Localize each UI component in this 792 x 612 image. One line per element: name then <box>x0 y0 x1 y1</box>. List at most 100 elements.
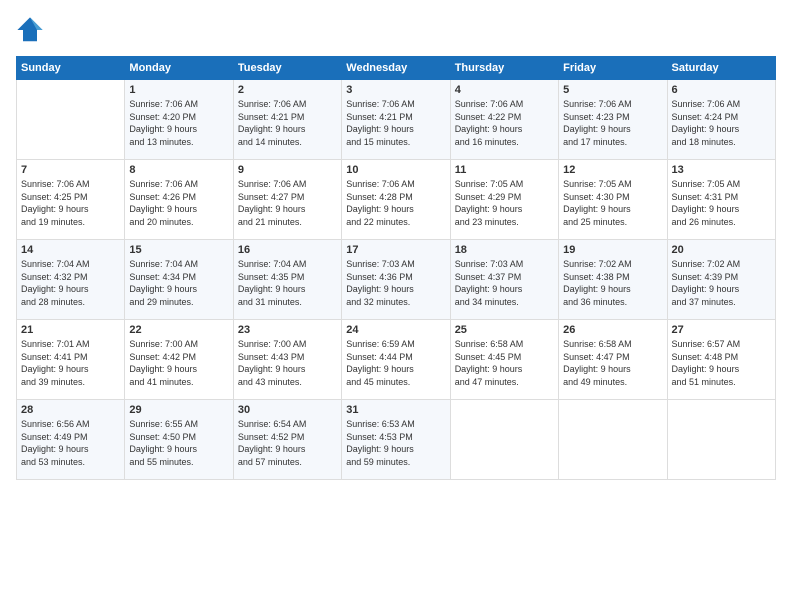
day-info: Sunrise: 7:03 AM Sunset: 4:37 PM Dayligh… <box>455 258 554 308</box>
day-number: 3 <box>346 84 445 96</box>
table-row: 26 Sunrise: 6:58 AM Sunset: 4:47 PM Dayl… <box>559 320 667 400</box>
table-row: 3 Sunrise: 7:06 AM Sunset: 4:21 PM Dayli… <box>342 80 450 160</box>
day-info: Sunrise: 7:06 AM Sunset: 4:25 PM Dayligh… <box>21 178 120 228</box>
day-info: Sunrise: 6:59 AM Sunset: 4:44 PM Dayligh… <box>346 338 445 388</box>
col-wednesday: Wednesday <box>342 57 450 80</box>
day-info: Sunrise: 6:56 AM Sunset: 4:49 PM Dayligh… <box>21 418 120 468</box>
day-info: Sunrise: 6:57 AM Sunset: 4:48 PM Dayligh… <box>672 338 771 388</box>
day-number: 30 <box>238 404 337 416</box>
table-row: 17 Sunrise: 7:03 AM Sunset: 4:36 PM Dayl… <box>342 240 450 320</box>
table-row: 6 Sunrise: 7:06 AM Sunset: 4:24 PM Dayli… <box>667 80 775 160</box>
day-number: 16 <box>238 244 337 256</box>
day-info: Sunrise: 7:06 AM Sunset: 4:24 PM Dayligh… <box>672 98 771 148</box>
day-number: 21 <box>21 324 120 336</box>
day-info: Sunrise: 7:06 AM Sunset: 4:21 PM Dayligh… <box>346 98 445 148</box>
logo-icon <box>16 16 44 44</box>
day-number: 24 <box>346 324 445 336</box>
table-row: 29 Sunrise: 6:55 AM Sunset: 4:50 PM Dayl… <box>125 400 233 480</box>
day-number: 6 <box>672 84 771 96</box>
table-row: 19 Sunrise: 7:02 AM Sunset: 4:38 PM Dayl… <box>559 240 667 320</box>
day-number: 28 <box>21 404 120 416</box>
day-number: 8 <box>129 164 228 176</box>
day-info: Sunrise: 7:06 AM Sunset: 4:26 PM Dayligh… <box>129 178 228 228</box>
day-info: Sunrise: 7:04 AM Sunset: 4:32 PM Dayligh… <box>21 258 120 308</box>
table-row: 10 Sunrise: 7:06 AM Sunset: 4:28 PM Dayl… <box>342 160 450 240</box>
day-number: 20 <box>672 244 771 256</box>
day-info: Sunrise: 7:06 AM Sunset: 4:21 PM Dayligh… <box>238 98 337 148</box>
table-row <box>667 400 775 480</box>
day-info: Sunrise: 7:06 AM Sunset: 4:20 PM Dayligh… <box>129 98 228 148</box>
table-row: 14 Sunrise: 7:04 AM Sunset: 4:32 PM Dayl… <box>17 240 125 320</box>
table-row: 4 Sunrise: 7:06 AM Sunset: 4:22 PM Dayli… <box>450 80 558 160</box>
table-row: 13 Sunrise: 7:05 AM Sunset: 4:31 PM Dayl… <box>667 160 775 240</box>
table-row: 1 Sunrise: 7:06 AM Sunset: 4:20 PM Dayli… <box>125 80 233 160</box>
table-row: 5 Sunrise: 7:06 AM Sunset: 4:23 PM Dayli… <box>559 80 667 160</box>
day-info: Sunrise: 7:01 AM Sunset: 4:41 PM Dayligh… <box>21 338 120 388</box>
day-number: 27 <box>672 324 771 336</box>
table-row: 8 Sunrise: 7:06 AM Sunset: 4:26 PM Dayli… <box>125 160 233 240</box>
day-info: Sunrise: 7:04 AM Sunset: 4:34 PM Dayligh… <box>129 258 228 308</box>
calendar-week-row: 28 Sunrise: 6:56 AM Sunset: 4:49 PM Dayl… <box>17 400 776 480</box>
table-row: 28 Sunrise: 6:56 AM Sunset: 4:49 PM Dayl… <box>17 400 125 480</box>
table-row <box>559 400 667 480</box>
day-number: 18 <box>455 244 554 256</box>
day-number: 26 <box>563 324 662 336</box>
table-row: 30 Sunrise: 6:54 AM Sunset: 4:52 PM Dayl… <box>233 400 341 480</box>
day-info: Sunrise: 6:53 AM Sunset: 4:53 PM Dayligh… <box>346 418 445 468</box>
day-info: Sunrise: 7:06 AM Sunset: 4:28 PM Dayligh… <box>346 178 445 228</box>
day-number: 5 <box>563 84 662 96</box>
day-info: Sunrise: 7:05 AM Sunset: 4:30 PM Dayligh… <box>563 178 662 228</box>
calendar-week-row: 1 Sunrise: 7:06 AM Sunset: 4:20 PM Dayli… <box>17 80 776 160</box>
table-row: 20 Sunrise: 7:02 AM Sunset: 4:39 PM Dayl… <box>667 240 775 320</box>
calendar-week-row: 21 Sunrise: 7:01 AM Sunset: 4:41 PM Dayl… <box>17 320 776 400</box>
page-container: Sunday Monday Tuesday Wednesday Thursday… <box>0 0 792 488</box>
day-number: 15 <box>129 244 228 256</box>
day-number: 9 <box>238 164 337 176</box>
table-row: 27 Sunrise: 6:57 AM Sunset: 4:48 PM Dayl… <box>667 320 775 400</box>
calendar-table: Sunday Monday Tuesday Wednesday Thursday… <box>16 56 776 480</box>
day-number: 14 <box>21 244 120 256</box>
col-tuesday: Tuesday <box>233 57 341 80</box>
day-number: 12 <box>563 164 662 176</box>
day-info: Sunrise: 7:04 AM Sunset: 4:35 PM Dayligh… <box>238 258 337 308</box>
table-row: 31 Sunrise: 6:53 AM Sunset: 4:53 PM Dayl… <box>342 400 450 480</box>
table-row: 23 Sunrise: 7:00 AM Sunset: 4:43 PM Dayl… <box>233 320 341 400</box>
table-row: 9 Sunrise: 7:06 AM Sunset: 4:27 PM Dayli… <box>233 160 341 240</box>
table-row: 22 Sunrise: 7:00 AM Sunset: 4:42 PM Dayl… <box>125 320 233 400</box>
table-row: 11 Sunrise: 7:05 AM Sunset: 4:29 PM Dayl… <box>450 160 558 240</box>
table-row: 16 Sunrise: 7:04 AM Sunset: 4:35 PM Dayl… <box>233 240 341 320</box>
calendar-header-row: Sunday Monday Tuesday Wednesday Thursday… <box>17 57 776 80</box>
logo <box>16 16 48 44</box>
header <box>16 16 776 44</box>
col-sunday: Sunday <box>17 57 125 80</box>
day-number: 10 <box>346 164 445 176</box>
day-info: Sunrise: 6:54 AM Sunset: 4:52 PM Dayligh… <box>238 418 337 468</box>
table-row: 15 Sunrise: 7:04 AM Sunset: 4:34 PM Dayl… <box>125 240 233 320</box>
day-info: Sunrise: 7:02 AM Sunset: 4:38 PM Dayligh… <box>563 258 662 308</box>
day-info: Sunrise: 7:06 AM Sunset: 4:22 PM Dayligh… <box>455 98 554 148</box>
table-row: 21 Sunrise: 7:01 AM Sunset: 4:41 PM Dayl… <box>17 320 125 400</box>
day-number: 2 <box>238 84 337 96</box>
day-info: Sunrise: 7:03 AM Sunset: 4:36 PM Dayligh… <box>346 258 445 308</box>
day-number: 4 <box>455 84 554 96</box>
day-info: Sunrise: 7:06 AM Sunset: 4:23 PM Dayligh… <box>563 98 662 148</box>
day-info: Sunrise: 6:58 AM Sunset: 4:47 PM Dayligh… <box>563 338 662 388</box>
col-thursday: Thursday <box>450 57 558 80</box>
day-number: 25 <box>455 324 554 336</box>
calendar-week-row: 7 Sunrise: 7:06 AM Sunset: 4:25 PM Dayli… <box>17 160 776 240</box>
day-info: Sunrise: 7:05 AM Sunset: 4:29 PM Dayligh… <box>455 178 554 228</box>
table-row: 24 Sunrise: 6:59 AM Sunset: 4:44 PM Dayl… <box>342 320 450 400</box>
day-number: 22 <box>129 324 228 336</box>
day-info: Sunrise: 7:00 AM Sunset: 4:43 PM Dayligh… <box>238 338 337 388</box>
table-row: 25 Sunrise: 6:58 AM Sunset: 4:45 PM Dayl… <box>450 320 558 400</box>
day-number: 11 <box>455 164 554 176</box>
day-number: 29 <box>129 404 228 416</box>
day-info: Sunrise: 6:55 AM Sunset: 4:50 PM Dayligh… <box>129 418 228 468</box>
table-row: 12 Sunrise: 7:05 AM Sunset: 4:30 PM Dayl… <box>559 160 667 240</box>
table-row: 18 Sunrise: 7:03 AM Sunset: 4:37 PM Dayl… <box>450 240 558 320</box>
day-info: Sunrise: 7:05 AM Sunset: 4:31 PM Dayligh… <box>672 178 771 228</box>
table-row <box>17 80 125 160</box>
table-row <box>450 400 558 480</box>
day-number: 31 <box>346 404 445 416</box>
col-friday: Friday <box>559 57 667 80</box>
